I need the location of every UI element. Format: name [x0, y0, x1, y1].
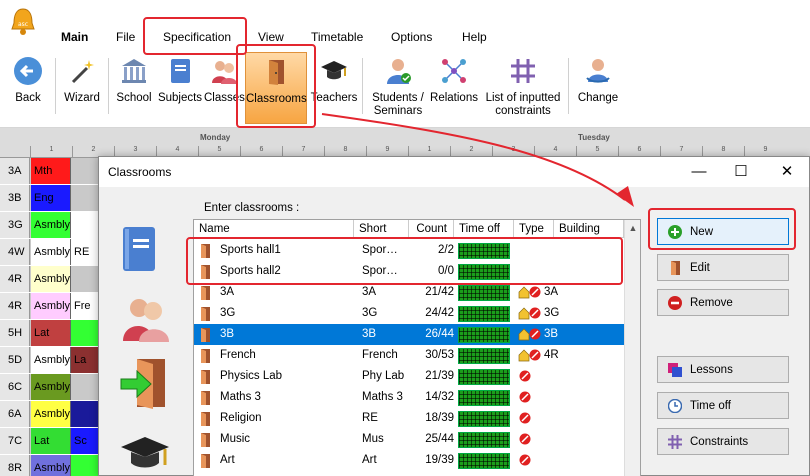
annotation-arrow [321, 113, 634, 207]
